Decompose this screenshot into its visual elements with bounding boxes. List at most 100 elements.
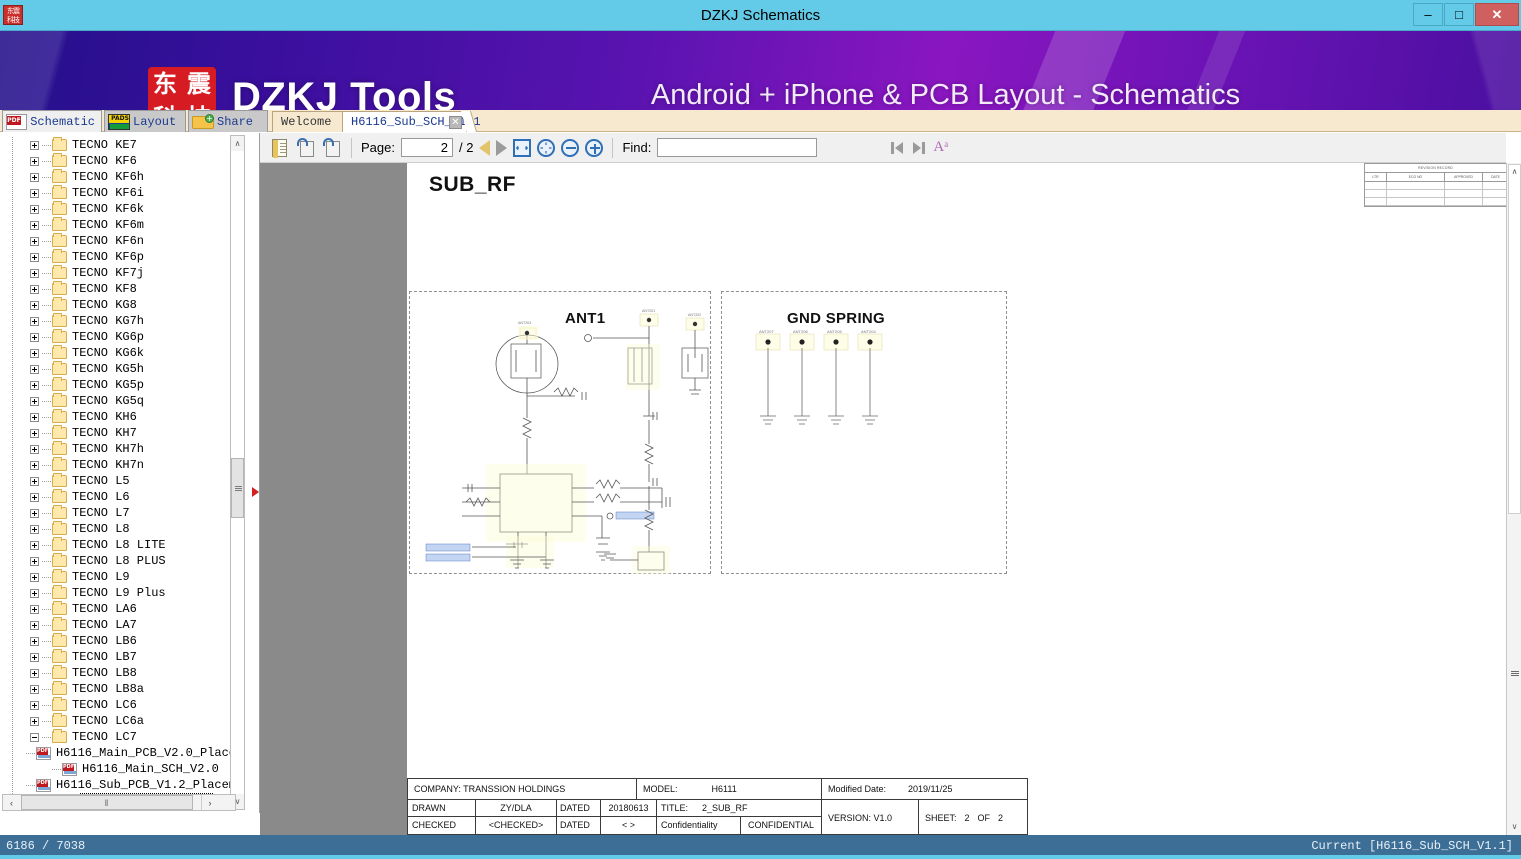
tree-file-item[interactable]: PDF H6116_Sub_PCB_V1.2_Placem (0, 777, 236, 793)
scroll-up-icon[interactable]: ∧ (231, 136, 244, 151)
tree-folder-item[interactable]: TECNO L5 (0, 473, 236, 489)
expand-toggle-icon[interactable] (30, 604, 39, 614)
tree-folder-item[interactable]: TECNO LB7 (0, 649, 236, 665)
fit-page-icon[interactable] (537, 138, 556, 157)
expand-toggle-icon[interactable] (30, 252, 39, 262)
expand-toggle-icon[interactable] (30, 412, 39, 422)
expand-toggle-icon[interactable] (30, 540, 39, 550)
tree-folder-item[interactable]: TECNO L9 (0, 569, 236, 585)
tree-folder-item[interactable]: TECNO LA7 (0, 617, 236, 633)
tab-layout[interactable]: PADS Layout (104, 110, 186, 132)
close-button[interactable]: ✕ (1475, 3, 1519, 26)
viewer-scroll-thumb[interactable] (1508, 164, 1521, 514)
expand-toggle-icon[interactable] (30, 460, 39, 470)
expand-toggle-icon[interactable] (30, 492, 39, 502)
expand-toggle-icon[interactable] (30, 172, 39, 182)
tree-folder-item[interactable]: TECNO KG5p (0, 377, 236, 393)
tree-folder-item[interactable]: TECNO KG6p (0, 329, 236, 345)
next-page-icon[interactable] (496, 139, 508, 156)
tree-folder-item[interactable]: TECNO KG5h (0, 361, 236, 377)
expand-toggle-icon[interactable] (30, 524, 39, 534)
zoom-out-icon[interactable] (561, 138, 580, 157)
expand-toggle-icon[interactable] (30, 364, 39, 374)
tree-file-item[interactable]: PDF H6116_Main_SCH_V2.0 (0, 761, 236, 777)
expand-toggle-icon[interactable] (30, 444, 39, 454)
close-icon[interactable]: ✕ (449, 116, 462, 129)
expand-toggle-icon[interactable] (30, 476, 39, 486)
tree-file-item[interactable]: PDF H6116_Main_PCB_V2.0_Place (0, 745, 236, 761)
expand-toggle-icon[interactable] (30, 716, 39, 726)
rotate-clockwise-icon[interactable] (296, 137, 316, 158)
copy-page-icon[interactable] (270, 138, 290, 158)
tree-folder-item[interactable]: TECNO LB8a (0, 681, 236, 697)
tree-folder-item[interactable]: TECNO KH6 (0, 409, 236, 425)
expand-toggle-icon[interactable] (30, 204, 39, 214)
page-input[interactable]: 2 (400, 138, 453, 157)
collapse-toggle-icon[interactable] (30, 732, 39, 742)
tree-folder-item[interactable]: TECNO KG7h (0, 313, 236, 329)
tree-folder-item[interactable]: TECNO LC6 (0, 697, 236, 713)
expand-toggle-icon[interactable] (30, 332, 39, 342)
viewer-scroll-grip[interactable] (1511, 671, 1519, 677)
tree-folder-item[interactable]: TECNO KH7n (0, 457, 236, 473)
tree-folder-item[interactable]: TECNO KE7 (0, 137, 236, 153)
scroll-right-icon[interactable]: › (201, 795, 218, 810)
expand-toggle-icon[interactable] (30, 268, 39, 278)
tree-folder-item[interactable]: TECNO LC7 (0, 729, 236, 745)
tree-scroll-thumb[interactable] (231, 458, 244, 518)
tree-folder-item[interactable]: TECNO L8 PLUS (0, 553, 236, 569)
tree-folder-item[interactable]: TECNO KF7j (0, 265, 236, 281)
rotate-counterclockwise-icon[interactable] (322, 137, 342, 158)
fit-width-icon[interactable] (513, 138, 532, 157)
expand-toggle-icon[interactable] (30, 668, 39, 678)
tab-schematic[interactable]: PDF Schematic (2, 110, 102, 132)
tree-folder-item[interactable]: TECNO KF6h (0, 169, 236, 185)
expand-toggle-icon[interactable] (30, 636, 39, 646)
expand-toggle-icon[interactable] (30, 396, 39, 406)
tree-folder-item[interactable]: TECNO L9 Plus (0, 585, 236, 601)
expand-toggle-icon[interactable] (30, 588, 39, 598)
tree-folder-item[interactable]: TECNO KF6p (0, 249, 236, 265)
tree-folder-item[interactable]: TECNO KF6k (0, 201, 236, 217)
tree-folder-item[interactable]: TECNO KH7 (0, 425, 236, 441)
file-tree[interactable]: TECNO KE7 TECNO KF6 TECNO KF6h TECNO KF6i TE… (0, 137, 236, 809)
tab-share[interactable]: + Share (188, 110, 268, 132)
expand-toggle-icon[interactable] (30, 300, 39, 310)
tree-folder-item[interactable]: TECNO LB8 (0, 665, 236, 681)
expand-toggle-icon[interactable] (30, 684, 39, 694)
viewer-vertical-scrollbar[interactable]: ∧ ∨ (1506, 163, 1521, 835)
tree-folder-item[interactable]: TECNO L8 LITE (0, 537, 236, 553)
tree-folder-item[interactable]: TECNO KF6m (0, 217, 236, 233)
panel-resize-marker[interactable] (252, 487, 259, 497)
expand-toggle-icon[interactable] (30, 316, 39, 326)
doc-tab-welcome[interactable]: Welcome (272, 111, 348, 132)
expand-toggle-icon[interactable] (30, 220, 39, 230)
scroll-up-icon[interactable]: ∧ (1508, 164, 1521, 179)
tree-folder-item[interactable]: TECNO KF6i (0, 185, 236, 201)
tree-horizontal-scrollbar[interactable]: ‹ ‖ › (2, 794, 236, 811)
expand-toggle-icon[interactable] (30, 236, 39, 246)
expand-toggle-icon[interactable] (30, 700, 39, 710)
match-case-icon[interactable]: Aᵃ (933, 139, 948, 156)
expand-toggle-icon[interactable] (30, 508, 39, 518)
expand-toggle-icon[interactable] (30, 380, 39, 390)
expand-toggle-icon[interactable] (30, 284, 39, 294)
tree-folder-item[interactable]: TECNO LC6a (0, 713, 236, 729)
tree-folder-item[interactable]: TECNO KF6 (0, 153, 236, 169)
tree-folder-item[interactable]: TECNO KG5q (0, 393, 236, 409)
expand-toggle-icon[interactable] (30, 556, 39, 566)
expand-toggle-icon[interactable] (30, 188, 39, 198)
expand-toggle-icon[interactable] (30, 140, 39, 150)
expand-toggle-icon[interactable] (30, 156, 39, 166)
minimize-button[interactable]: – (1413, 3, 1443, 26)
tree-folder-item[interactable]: TECNO KG8 (0, 297, 236, 313)
find-previous-icon[interactable] (889, 140, 905, 156)
expand-toggle-icon[interactable] (30, 428, 39, 438)
find-input[interactable] (657, 138, 818, 157)
prev-page-icon[interactable] (479, 139, 491, 156)
expand-toggle-icon[interactable] (30, 652, 39, 662)
tree-folder-item[interactable]: TECNO L6 (0, 489, 236, 505)
tree-folder-item[interactable]: TECNO LA6 (0, 601, 236, 617)
zoom-in-icon[interactable] (585, 138, 604, 157)
doc-tab-current[interactable]: H6116_Sub_SCH_V1.1 ✕ (342, 111, 481, 132)
